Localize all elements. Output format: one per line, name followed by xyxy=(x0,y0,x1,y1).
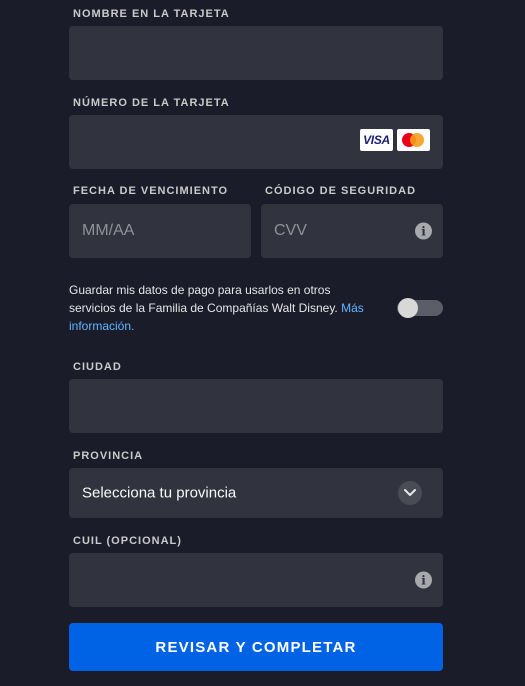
toggle-knob xyxy=(398,298,418,318)
name-on-card-label: NOMBRE EN LA TARJETA xyxy=(73,8,230,20)
city-label: CIUDAD xyxy=(73,361,122,373)
mastercard-icon xyxy=(397,129,430,151)
chevron-down-icon xyxy=(398,481,422,505)
info-icon[interactable]: i xyxy=(415,571,432,589)
save-payment-toggle[interactable] xyxy=(397,298,443,318)
consent-text: Guardar mis datos de pago para usarlos e… xyxy=(69,283,338,315)
info-icon[interactable]: i xyxy=(415,222,432,240)
cuil-label: CUIL (OPCIONAL) xyxy=(73,535,182,547)
security-code-input[interactable]: CVV i xyxy=(261,204,443,258)
card-number-input[interactable]: VISA xyxy=(69,115,443,169)
card-brands: VISA xyxy=(360,129,430,151)
visa-icon: VISA xyxy=(360,129,393,151)
expiry-label: FECHA DE VENCIMIENTO xyxy=(73,185,229,197)
cuil-input[interactable]: i xyxy=(69,553,443,607)
name-on-card-input[interactable] xyxy=(69,26,443,80)
expiry-placeholder: MM/AA xyxy=(82,222,135,239)
save-payment-consent: Guardar mis datos de pago para usarlos e… xyxy=(69,281,369,335)
province-selected: Selecciona tu provincia xyxy=(82,484,237,502)
review-and-complete-button[interactable]: REVISAR Y COMPLETAR xyxy=(69,623,443,671)
province-select[interactable]: Selecciona tu provincia xyxy=(69,468,443,518)
province-label: PROVINCIA xyxy=(73,450,144,462)
card-number-label: NÚMERO DE LA TARJETA xyxy=(73,97,230,109)
security-code-label: CÓDIGO DE SEGURIDAD xyxy=(265,185,417,197)
security-code-placeholder: CVV xyxy=(274,222,307,239)
city-input[interactable] xyxy=(69,379,443,433)
expiry-input[interactable]: MM/AA xyxy=(69,204,251,258)
